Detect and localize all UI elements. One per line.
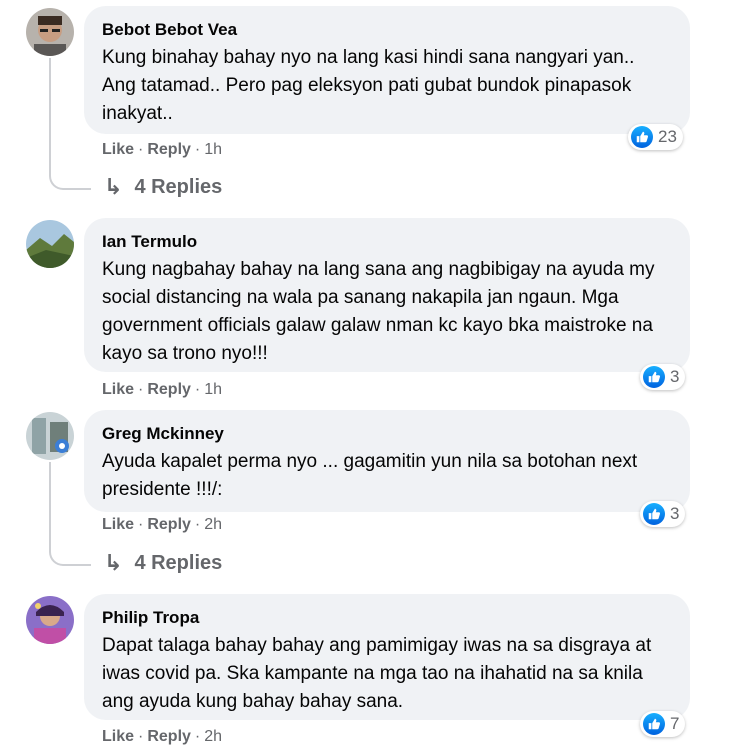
comment: Bebot Bebot Vea Kung binahay bahay nyo n… — [0, 0, 750, 210]
separator: · — [138, 516, 144, 533]
like-reaction-icon — [643, 503, 665, 525]
reaction-count[interactable]: 3 — [640, 364, 686, 390]
separator: · — [194, 141, 201, 158]
reply-button[interactable]: Reply — [147, 516, 191, 533]
separator: · — [138, 381, 144, 398]
replies-count: 4 Replies — [134, 175, 223, 198]
comment-bubble: Bebot Bebot Vea Kung binahay bahay nyo n… — [84, 6, 690, 134]
comment-actions: Like · Reply · 2h — [102, 727, 222, 747]
like-reaction-icon — [643, 713, 665, 735]
separator: · — [194, 516, 201, 533]
separator: · — [138, 728, 144, 745]
reaction-number: 23 — [658, 127, 677, 146]
reaction-number: 3 — [670, 367, 680, 386]
avatar[interactable] — [26, 412, 74, 460]
comment-text: Kung binahay bahay nyo na lang kasi hind… — [102, 47, 635, 124]
separator: · — [138, 141, 144, 158]
comment: Greg Mckinney Ayuda kapalet perma nyo ..… — [0, 400, 750, 590]
like-button[interactable]: Like — [102, 381, 134, 398]
reaction-count[interactable]: 23 — [628, 124, 683, 150]
timestamp[interactable]: 1h — [204, 381, 222, 398]
reaction-count[interactable]: 3 — [640, 501, 686, 527]
view-replies-button[interactable]: ↳ 4 Replies — [104, 550, 222, 576]
avatar[interactable] — [26, 596, 74, 644]
comment-bubble: Greg Mckinney Ayuda kapalet perma nyo ..… — [84, 410, 690, 512]
reaction-count[interactable]: 7 — [640, 711, 686, 737]
comment-author[interactable]: Greg Mckinney — [102, 424, 672, 444]
comment-text: Dapat talaga bahay bahay ang pamimigay i… — [102, 635, 652, 712]
comment: Philip Tropa Dapat talaga bahay bahay an… — [0, 590, 750, 752]
comment-bubble: Ian Termulo Kung nagbahay bahay na lang … — [84, 218, 690, 372]
reply-arrow-icon: ↳ — [104, 174, 123, 199]
comment-author[interactable]: Philip Tropa — [102, 608, 672, 628]
like-button[interactable]: Like — [102, 141, 134, 158]
avatar[interactable] — [26, 8, 74, 56]
like-reaction-icon — [631, 126, 653, 148]
view-replies-button[interactable]: ↳ 4 Replies — [104, 174, 222, 200]
reply-button[interactable]: Reply — [147, 381, 191, 398]
comment: Ian Termulo Kung nagbahay bahay na lang … — [0, 210, 750, 400]
comment-bubble: Philip Tropa Dapat talaga bahay bahay an… — [84, 594, 690, 720]
replies-count: 4 Replies — [134, 551, 223, 574]
reply-button[interactable]: Reply — [147, 141, 191, 158]
timestamp[interactable]: 2h — [204, 516, 222, 533]
timestamp[interactable]: 1h — [204, 141, 222, 158]
comment-text: Ayuda kapalet perma nyo ... gagamitin yu… — [102, 451, 638, 500]
like-button[interactable]: Like — [102, 516, 134, 533]
separator: · — [194, 381, 201, 398]
comment-actions: Like · Reply · 2h — [102, 515, 222, 535]
comment-author[interactable]: Ian Termulo — [102, 232, 672, 252]
timestamp[interactable]: 2h — [204, 728, 222, 745]
reaction-number: 7 — [670, 714, 680, 733]
reaction-number: 3 — [670, 504, 680, 523]
like-reaction-icon — [643, 366, 665, 388]
comment-actions: Like · Reply · 1h — [102, 140, 222, 160]
separator: · — [194, 728, 201, 745]
avatar[interactable] — [26, 220, 74, 268]
comment-actions: Like · Reply · 1h — [102, 380, 222, 400]
reply-button[interactable]: Reply — [147, 728, 191, 745]
like-button[interactable]: Like — [102, 728, 134, 745]
comment-author[interactable]: Bebot Bebot Vea — [102, 20, 672, 40]
reply-arrow-icon: ↳ — [104, 550, 123, 575]
comment-text: Kung nagbahay bahay na lang sana ang nag… — [102, 259, 655, 364]
